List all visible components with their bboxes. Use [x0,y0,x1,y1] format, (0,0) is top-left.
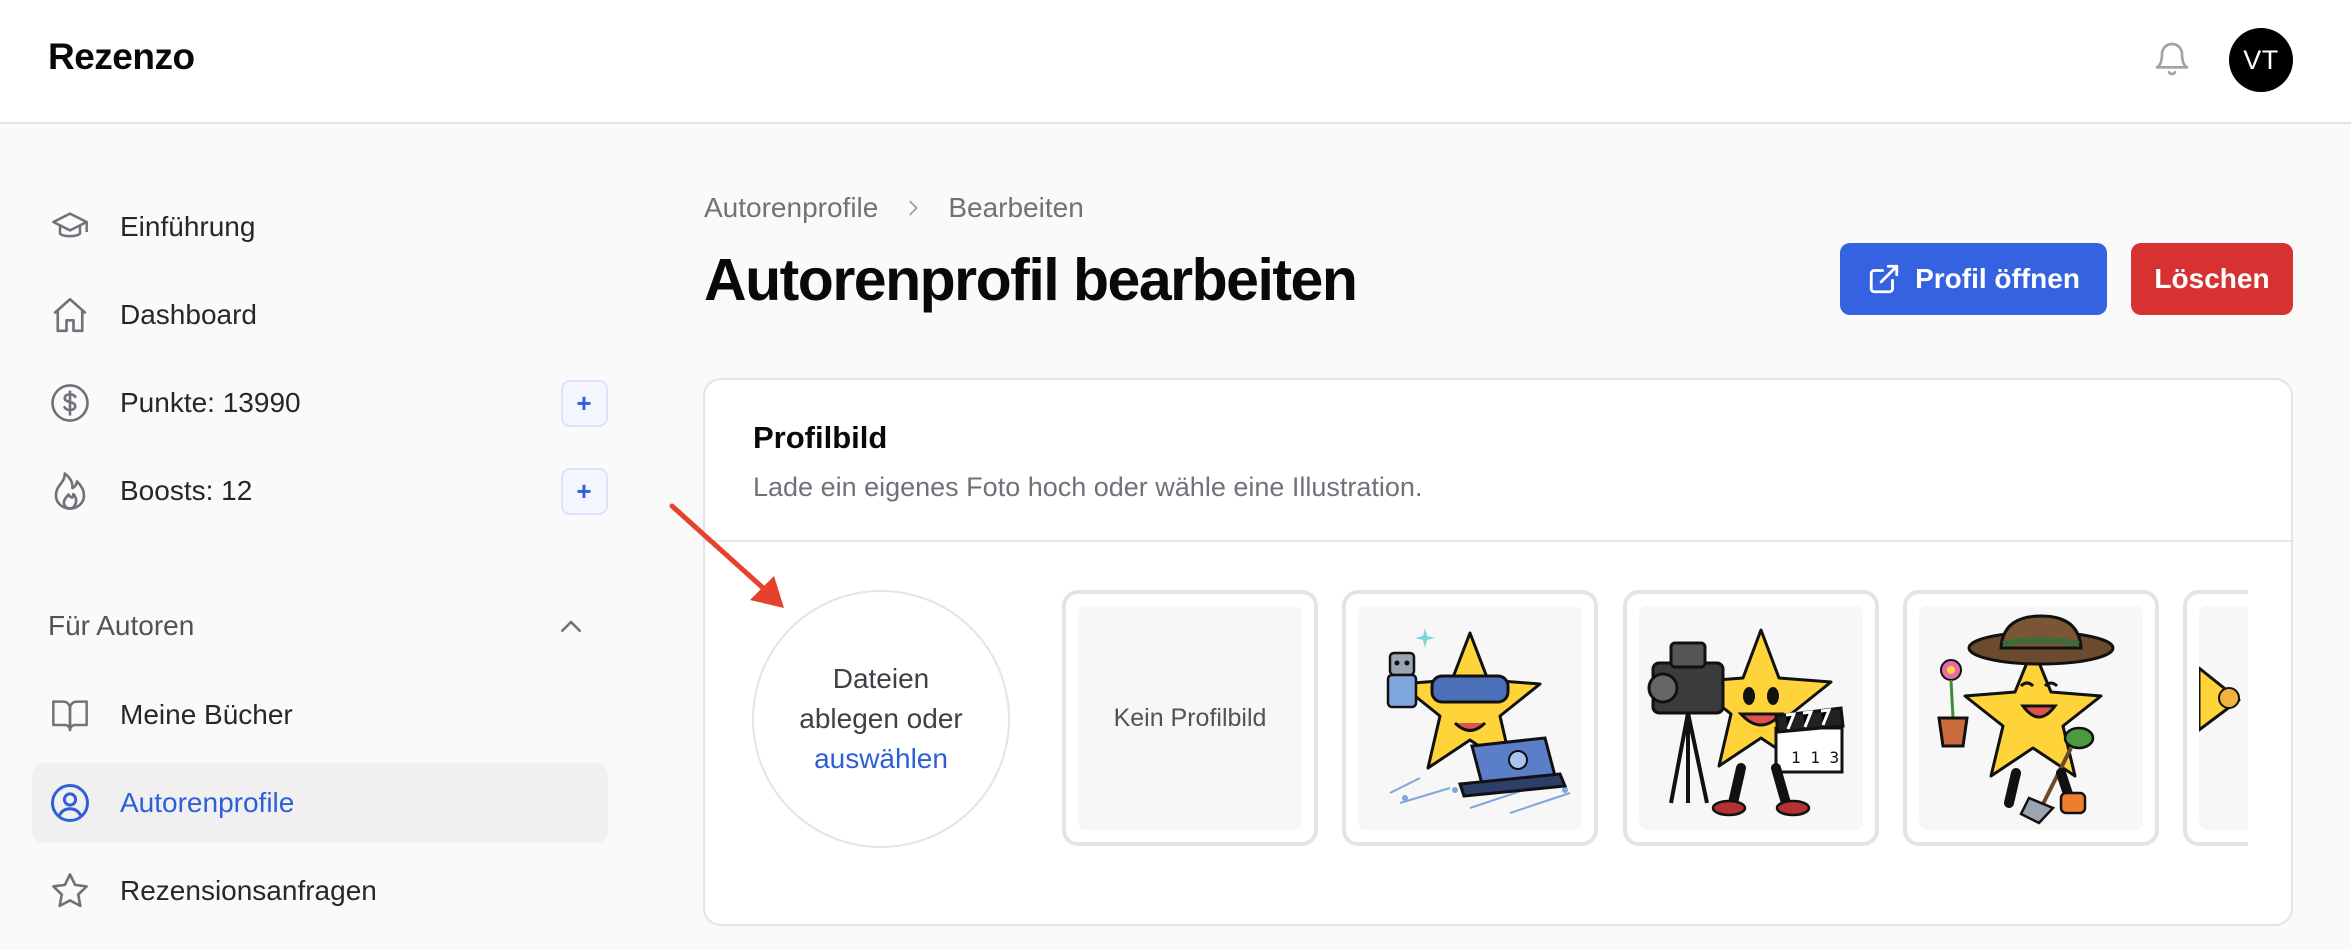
open-profile-label: Profil öffnen [1915,263,2080,294]
section-toggle-fuer-autoren[interactable]: Für Autoren [48,608,593,648]
option-star-partial[interactable] [2183,590,2248,846]
avatar[interactable]: VT [2229,28,2293,92]
sidebar-item-label: Punkte: 13990 [120,387,301,418]
sidebar-item-punkte[interactable]: Punkte: 13990 + [32,363,608,443]
brand-logo[interactable]: Rezenzo [48,36,195,78]
page-title: Autorenprofil bearbeiten [704,247,1358,313]
sidebar-item-meine-buecher[interactable]: Meine Bücher [32,675,608,755]
breadcrumb-parent-link[interactable]: Autorenprofile [704,192,878,224]
card-title: Profilbild [753,420,888,455]
star-film-illustration: 1 1 3 [1639,606,1863,830]
delete-button[interactable]: Löschen [2131,243,2293,315]
dollar-circle-icon [48,381,92,425]
chevron-right-icon [902,197,924,219]
add-boosts-button[interactable]: + [544,451,624,531]
sidebar-item-dashboard[interactable]: Dashboard [32,275,608,355]
bell-icon[interactable] [2150,36,2194,82]
svg-text:1 1 3: 1 1 3 [1791,748,1839,767]
sidebar-item-autorenprofile[interactable]: Autorenprofile [32,763,608,843]
star-icon [48,869,92,913]
sidebar-item-boosts[interactable]: Boosts: 12 + [32,451,608,531]
divider [705,540,2291,542]
illustration-picker: Kein Profilbild 1 1 3 [1056,590,2248,848]
sidebar-item-einfuehrung[interactable]: Einführung [32,187,608,267]
section-title: Für Autoren [48,610,195,641]
option-star-vr-laptop[interactable] [1342,590,1598,846]
breadcrumb-current: Bearbeiten [948,192,1084,223]
flame-icon [48,469,92,513]
external-link-icon [1867,262,1901,296]
sidebar-item-label: Einführung [120,211,256,242]
sidebar-item-rezensionsanfragen[interactable]: Rezensionsanfragen [32,851,608,931]
star-vr-illustration [1358,606,1582,830]
card-description: Lade ein eigenes Foto hoch oder wähle ei… [753,472,1423,502]
option-no-picture[interactable]: Kein Profilbild [1062,590,1318,846]
dropzone-text-line1: Dateien [832,663,930,694]
sidebar-item-label: Boosts: 12 [120,475,253,506]
star-gardener-illustration [1919,606,2143,830]
add-points-button[interactable]: + [544,363,624,443]
option-star-film-camera[interactable]: 1 1 3 [1623,590,1879,846]
sidebar-item-label: Dashboard [120,299,257,330]
choose-file-link[interactable]: auswählen [814,739,948,779]
user-circle-icon [48,781,92,825]
graduation-cap-icon [48,205,92,249]
open-profile-button[interactable]: Profil öffnen [1840,243,2107,315]
sidebar-item-label: Meine Bücher [120,699,293,730]
dropzone-text-line2: ablegen oder [799,703,963,734]
option-star-gardener[interactable] [1903,590,2159,846]
breadcrumb: Autorenprofile Bearbeiten [704,190,1084,226]
book-open-icon [48,693,92,737]
sidebar-item-label: Rezensionsanfragen [120,875,377,906]
profile-picture-card: Profilbild Lade ein eigenes Foto hoch od… [703,378,2293,926]
option-label: Kein Profilbild [1113,703,1267,732]
sidebar-item-label: Autorenprofile [120,787,295,818]
star-partial-illustration [2199,606,2248,830]
file-dropzone[interactable]: Dateien ablegen oder auswählen [752,590,1010,848]
chevron-up-icon [556,612,586,642]
top-bar: Rezenzo VT [0,0,2351,124]
home-icon [48,293,92,337]
